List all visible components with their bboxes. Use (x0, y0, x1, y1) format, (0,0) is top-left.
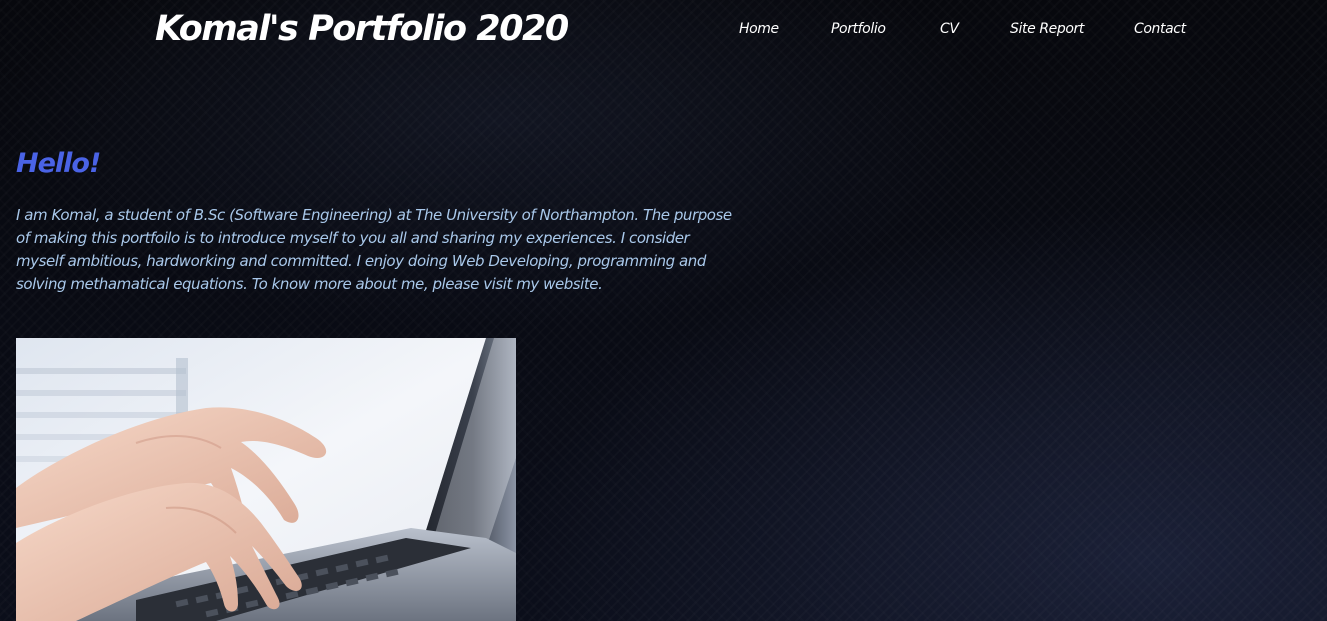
nav-link-home[interactable]: Home (739, 18, 779, 40)
nav-link-portfolio[interactable]: Portfolio (831, 18, 886, 40)
laptop-typing-photo (16, 338, 516, 621)
intro-paragraph: I am Komal, a student of B.Sc (Software … (16, 206, 732, 293)
nav-link-contact[interactable]: Contact (1134, 18, 1186, 40)
nav-link-site-report[interactable]: Site Report (1010, 18, 1084, 40)
nav-link-cv[interactable]: CV (940, 18, 959, 40)
main-navigation: Home Portfolio CV Site Report Contact (0, 18, 1327, 40)
greeting-heading: Hello! (16, 148, 101, 179)
